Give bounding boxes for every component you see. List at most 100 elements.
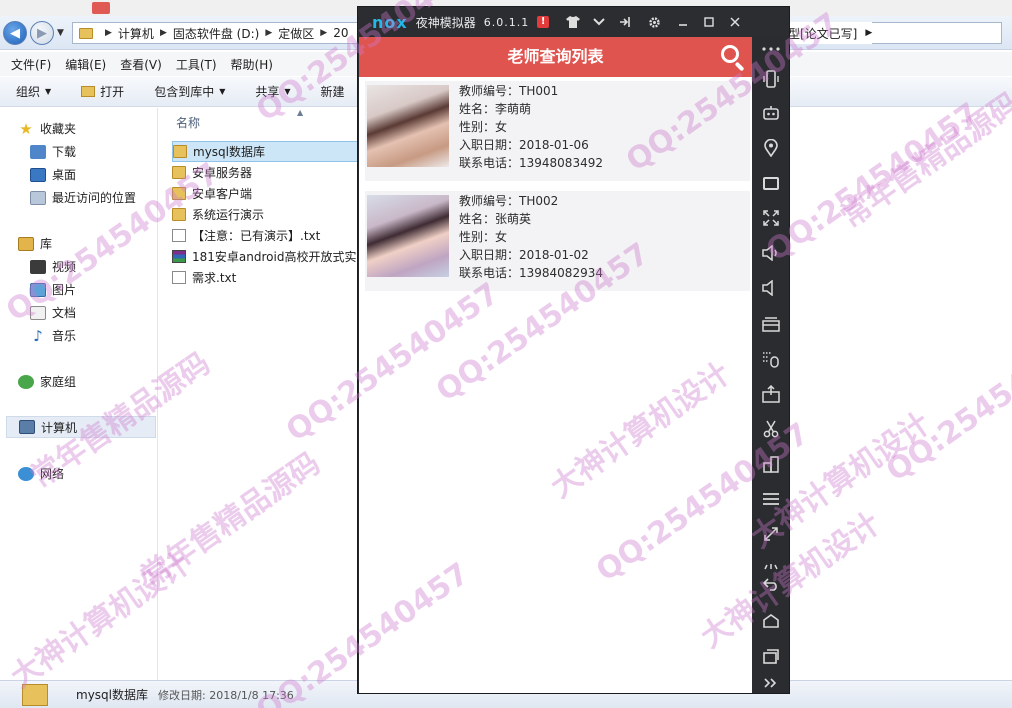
forward-button[interactable]: ▶ <box>30 21 54 45</box>
text-file-icon <box>172 271 186 284</box>
selected-item-name: mysql数据库 <box>76 688 148 702</box>
text-file-icon <box>172 229 186 242</box>
breadcrumb-drive[interactable]: ▶ 固态软件盘 (D:) <box>154 25 259 42</box>
file-row[interactable]: 系统运行演示 <box>172 204 362 225</box>
teacher-gender: 性别：女 <box>459 230 508 244</box>
navigation-pane: ★ 收藏夹 下载 桌面 最近访问的位置 库 视频 图片 文档 ♪ 音乐 家庭组 计算… <box>0 108 158 680</box>
nox-emulator-window: nox 夜神模拟器 6.0.1.1 ! 老师查询列表 教师编号：TH001 姓名… <box>357 6 790 694</box>
nav-network[interactable]: 网络 <box>18 465 64 482</box>
new-folder-button[interactable]: 新建 <box>305 83 359 100</box>
shake-phone-icon[interactable] <box>761 69 781 89</box>
teacher-id: 教师编号：TH001 <box>459 84 559 98</box>
search-icon[interactable] <box>719 43 747 72</box>
nav-recent[interactable]: 最近访问的位置 <box>30 189 136 206</box>
open-button[interactable]: 打开 <box>65 83 138 100</box>
column-header-name[interactable]: 名称 <box>176 114 200 131</box>
robot-icon[interactable] <box>761 103 781 123</box>
folder-icon <box>172 187 186 200</box>
page-title: 老师查询列表 <box>507 47 604 66</box>
minimize-icon[interactable] <box>670 7 696 37</box>
downloads-folder-icon <box>30 144 46 159</box>
menu-file[interactable]: 文件(F) <box>4 56 58 73</box>
chevron-right-icon: ▶ <box>865 28 873 38</box>
homegroup-icon <box>18 374 34 389</box>
file-row[interactable]: 需求.txt <box>172 267 362 288</box>
apk-install-icon[interactable] <box>761 384 781 404</box>
music-note-icon: ♪ <box>33 326 43 345</box>
menu-icon[interactable] <box>761 489 781 509</box>
nav-computer[interactable]: 计算机 <box>6 416 156 438</box>
close-icon[interactable] <box>722 7 748 37</box>
nox-logo: nox <box>372 12 408 32</box>
multi-instance-icon[interactable] <box>761 454 781 474</box>
file-row[interactable]: 181安卓android高校开放式实 <box>172 246 362 267</box>
star-icon: ★ <box>19 119 33 138</box>
screen-icon[interactable] <box>761 173 781 193</box>
scissors-icon[interactable] <box>761 419 781 439</box>
teacher-hire-date: 入职日期：2018-01-02 <box>459 248 589 262</box>
folder-icon <box>22 683 48 706</box>
fullscreen-icon[interactable] <box>761 208 781 228</box>
breadcrumb-tail[interactable]: 型[论文已写] ▶ <box>788 22 873 44</box>
chevron-right-icon: ▶ <box>105 28 112 38</box>
chevron-down-icon[interactable] <box>586 7 612 37</box>
nav-desktop[interactable]: 桌面 <box>30 166 76 183</box>
alert-badge[interactable]: ! <box>537 16 550 28</box>
nav-homegroup[interactable]: 家庭组 <box>18 373 76 390</box>
back-arrow-icon[interactable] <box>761 574 781 594</box>
resize-icon[interactable] <box>761 524 781 544</box>
expand-double-chevron-icon[interactable] <box>761 673 781 693</box>
theme-shirt-icon[interactable] <box>560 7 586 37</box>
teacher-hire-date: 入职日期：2018-01-06 <box>459 138 589 152</box>
gear-icon[interactable] <box>641 7 667 37</box>
menu-help[interactable]: 帮助(H) <box>224 56 280 73</box>
file-row[interactable]: mysql数据库 <box>172 141 362 162</box>
recent-apps-icon[interactable] <box>761 646 781 666</box>
teacher-info: 教师编号：TH001 姓名：李萌萌 性别：女 入职日期：2018-01-06 联… <box>459 82 603 172</box>
nav-documents[interactable]: 文档 <box>30 304 76 321</box>
more-dots-icon[interactable] <box>761 39 781 59</box>
file-row[interactable]: 【注意：已有演示】.txt <box>172 225 362 246</box>
history-dropdown-icon[interactable]: ▼ <box>57 28 64 38</box>
maximize-icon[interactable] <box>696 7 722 37</box>
nav-music[interactable]: ♪ 音乐 <box>30 327 76 344</box>
keyboard-mouse-icon[interactable] <box>761 349 781 369</box>
organize-button[interactable]: 组织 ▼ <box>0 83 65 100</box>
menu-edit[interactable]: 编辑(E) <box>58 56 113 73</box>
breadcrumb-custom[interactable]: ▶ 定做区 <box>259 25 314 42</box>
nav-favorites[interactable]: ★ 收藏夹 <box>18 120 76 137</box>
teacher-list-item[interactable]: 教师编号：TH002 姓名：张萌英 性别：女 入职日期：2018-01-02 联… <box>365 191 750 291</box>
app-toolbar: 老师查询列表 <box>359 37 752 77</box>
include-library-button[interactable]: 包含到库中 ▼ <box>138 83 239 100</box>
caret-down-icon: ▼ <box>45 87 52 96</box>
emulator-title-bar[interactable]: nox 夜神模拟器 6.0.1.1 ! <box>358 7 789 37</box>
nav-pictures[interactable]: 图片 <box>30 281 76 298</box>
chevron-right-icon: ▶ <box>265 28 273 38</box>
share-button[interactable]: 共享 ▼ <box>239 83 304 100</box>
nav-downloads[interactable]: 下载 <box>30 143 76 160</box>
teacher-list-item[interactable]: 教师编号：TH001 姓名：李萌萌 性别：女 入职日期：2018-01-06 联… <box>365 81 750 181</box>
nav-videos[interactable]: 视频 <box>30 258 76 275</box>
home-icon[interactable] <box>761 611 781 631</box>
file-row[interactable]: 安卓服务器 <box>172 162 362 183</box>
library-icon <box>18 236 34 251</box>
nav-libraries[interactable]: 库 <box>18 235 52 252</box>
emulator-title: 夜神模拟器 <box>415 15 476 30</box>
breadcrumb-project[interactable]: ▶ 20 <box>314 26 348 40</box>
teacher-phone: 联系电话：13984082934 <box>459 266 603 280</box>
file-row[interactable]: 安卓客户端 <box>172 183 362 204</box>
location-pin-icon[interactable] <box>761 138 781 158</box>
archive-file-icon <box>172 250 186 263</box>
volume-down-icon[interactable] <box>761 278 781 298</box>
chevron-right-icon: ▶ <box>320 28 328 38</box>
menu-tools[interactable]: 工具(T) <box>169 56 224 73</box>
back-button[interactable]: ◀ <box>3 21 27 45</box>
pin-icon[interactable] <box>612 7 638 37</box>
breadcrumb-computer[interactable]: ▶ 计算机 <box>99 25 154 42</box>
picture-icon <box>30 282 46 297</box>
volume-up-icon[interactable] <box>761 243 781 263</box>
menu-view[interactable]: 查看(V) <box>113 56 169 73</box>
toolbox-icon[interactable] <box>761 314 781 334</box>
open-folder-icon <box>81 86 96 97</box>
taskbar-fragment <box>92 2 110 14</box>
